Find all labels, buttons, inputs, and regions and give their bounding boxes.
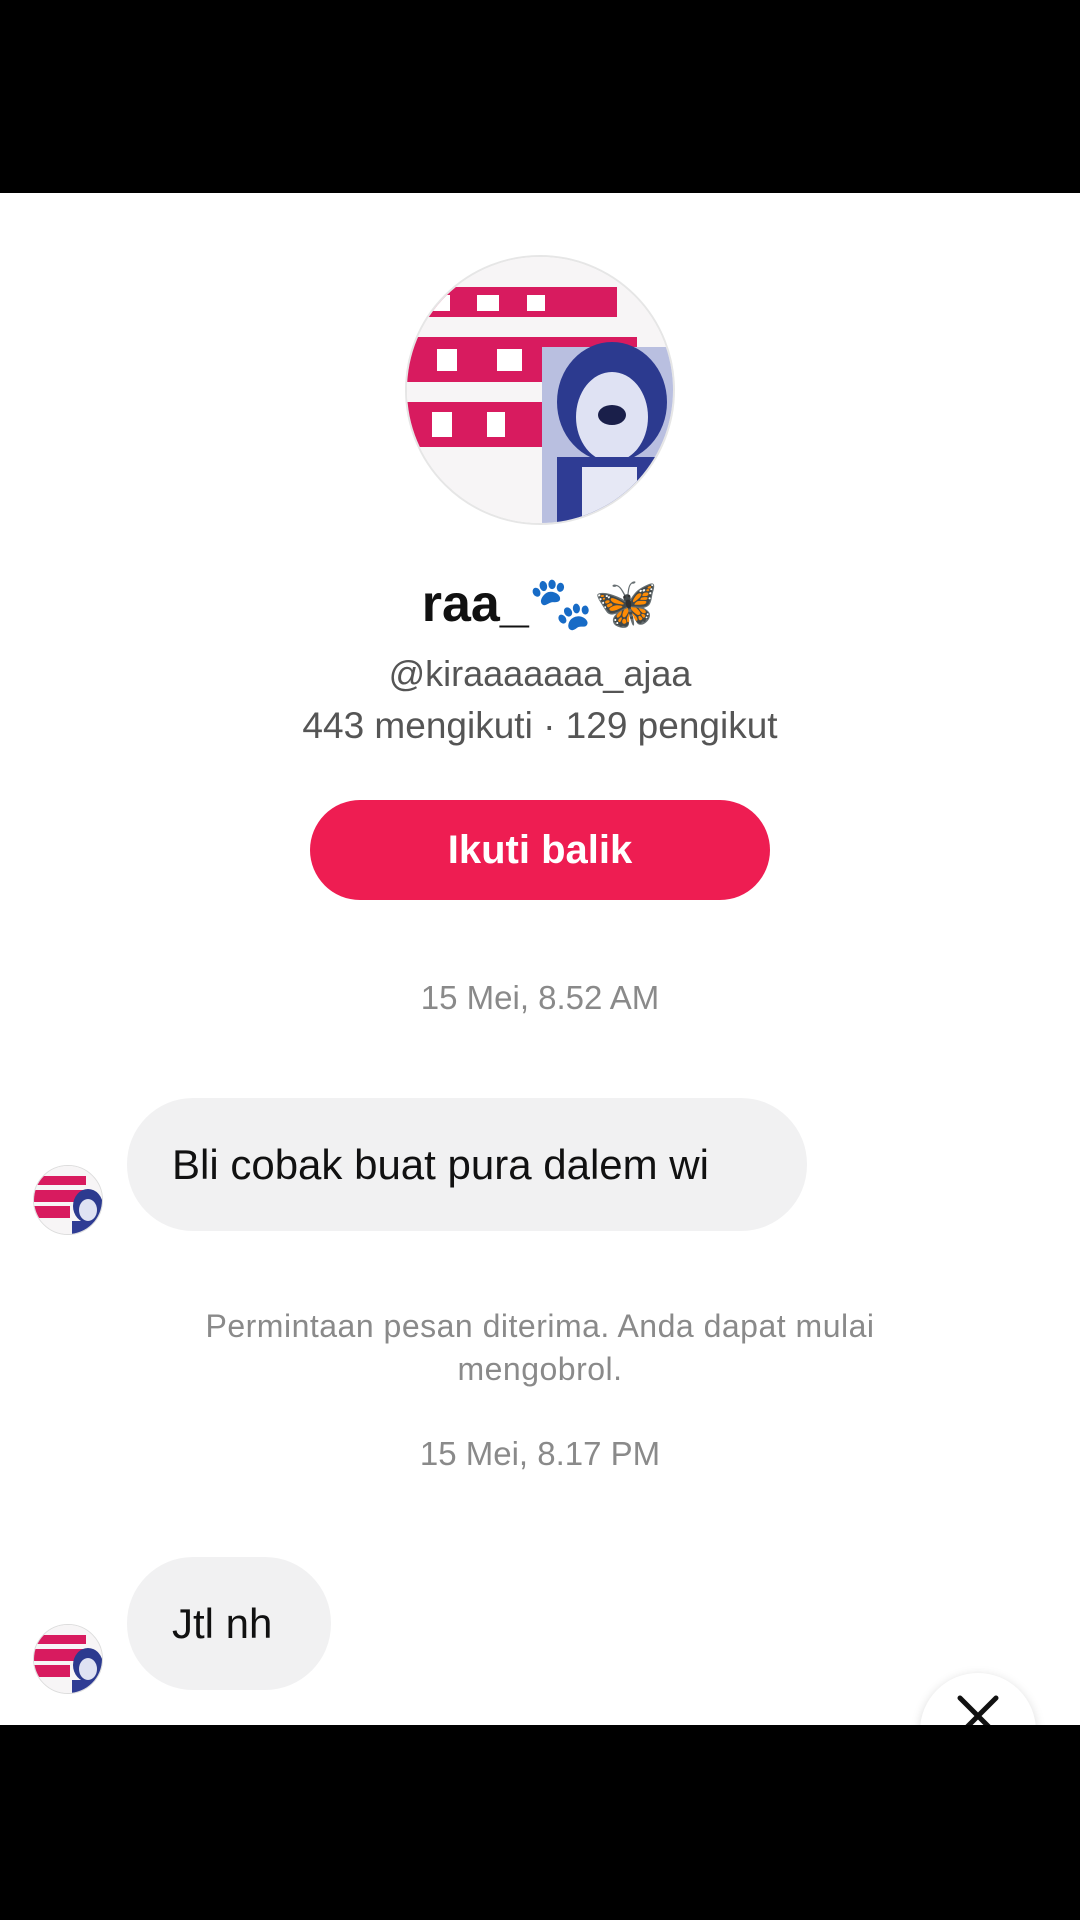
follow-back-button[interactable]: Ikuti balik [310, 800, 770, 900]
message-timestamp: 15 Mei, 8.17 PM [419, 1435, 661, 1472]
follow-stats: 443 mengikuti · 129 pengikut [302, 705, 778, 746]
username-handle: @kiraaaaaaa_ajaa [388, 653, 692, 694]
display-name-text: raa_ [421, 575, 529, 633]
bottom-black-bar [0, 1725, 1080, 1920]
sender-avatar[interactable] [33, 1624, 103, 1694]
display-name: raa_🐾🦋 [0, 573, 1080, 634]
message-timestamp: 15 Mei, 8.52 AM [420, 979, 660, 1016]
message-text: Jtl nh [172, 1599, 273, 1647]
top-black-bar [0, 0, 1080, 193]
sender-avatar[interactable] [33, 1165, 103, 1235]
close-icon [957, 1695, 999, 1725]
avatar-image [407, 257, 673, 523]
received-message-bubble[interactable]: Jtl nh [127, 1557, 331, 1690]
chat-screen: raa_🐾🦋 @kiraaaaaaa_ajaa 443 mengikuti · … [0, 193, 1080, 1725]
profile-avatar[interactable] [405, 255, 675, 525]
sender-avatar-image [34, 1625, 102, 1693]
received-message-bubble[interactable]: Bli cobak buat pura dalem wi [127, 1098, 807, 1231]
message-text: Bli cobak buat pura dalem wi [172, 1140, 709, 1188]
request-accepted-notice: Permintaan pesan diterima. Anda dapat mu… [205, 1308, 875, 1387]
close-button[interactable] [920, 1673, 1036, 1725]
display-name-emoji: 🐾🦋 [528, 575, 659, 633]
sender-avatar-image [34, 1166, 102, 1234]
